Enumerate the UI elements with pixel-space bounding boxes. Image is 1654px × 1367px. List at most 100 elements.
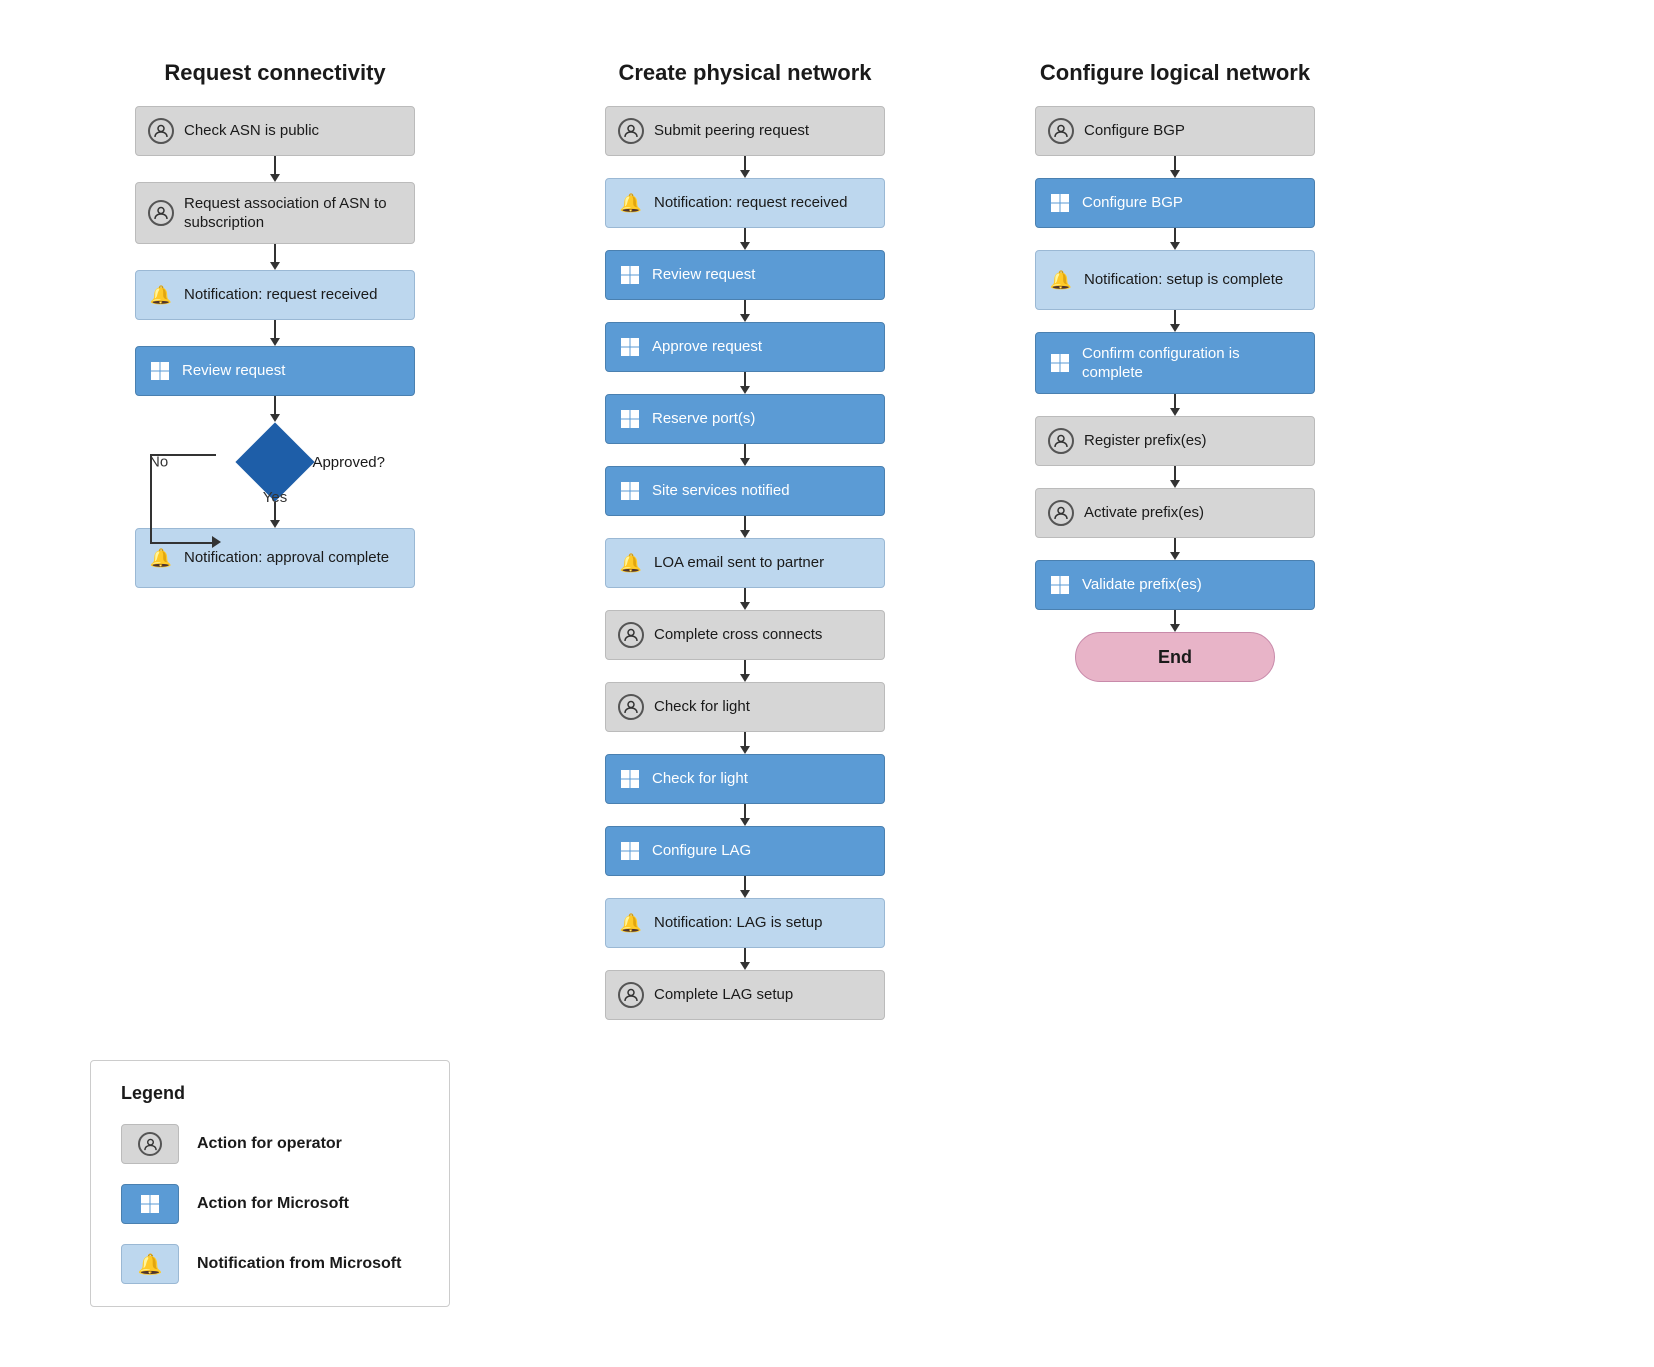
node-register-prefix: Register prefix(es) (1035, 416, 1315, 466)
arrow (270, 396, 280, 422)
no-feedback-arrow-head (212, 536, 221, 548)
yes-label: Yes (263, 489, 287, 506)
arrow (740, 660, 750, 682)
windows-icon (618, 767, 642, 791)
bell-icon: 🔔 (618, 550, 644, 576)
arrow (740, 444, 750, 466)
node-label: Notification: request received (654, 193, 872, 213)
legend-node-microsoft (121, 1184, 179, 1224)
no-feedback-top (150, 542, 216, 544)
legend-label-operator: Action for operator (197, 1135, 342, 1153)
node-notif-lag: 🔔 Notification: LAG is setup (605, 898, 885, 948)
arrow (270, 156, 280, 182)
legend-node-notification: 🔔 (121, 1244, 179, 1284)
node-notif-setup: 🔔 Notification: setup is complete (1035, 250, 1315, 310)
arrow (1170, 156, 1180, 178)
legend-item-operator: Action for operator (121, 1124, 419, 1164)
legend-label-notification: Notification from Microsoft (197, 1255, 401, 1273)
legend-item-microsoft: Action for Microsoft (121, 1184, 419, 1224)
diamond-approved: Approved? No Yes (135, 422, 415, 502)
diamond-label: Approved? (312, 454, 385, 471)
node-label: Check for light (652, 769, 872, 789)
node-label: Confirm configuration is complete (1082, 344, 1302, 383)
node-submit-peering: Submit peering request (605, 106, 885, 156)
node-check-light-op: Check for light (605, 682, 885, 732)
operator-icon (618, 622, 644, 648)
diagram-area: Request connectivity Check ASN is public (90, 60, 1644, 1020)
legend-label-microsoft: Action for Microsoft (197, 1195, 349, 1213)
node-check-light-ms: Check for light (605, 754, 885, 804)
no-feedback-line (150, 454, 152, 542)
operator-icon (148, 118, 174, 144)
node-label: Notification: approval complete (184, 548, 402, 568)
node-label: Configure LAG (652, 841, 872, 861)
operator-icon (618, 118, 644, 144)
windows-icon (618, 479, 642, 503)
column-physical: Create physical network Submit peering r… (560, 60, 930, 1020)
node-label: Notification: LAG is setup (654, 913, 872, 933)
windows-icon (618, 335, 642, 359)
col1-col2-connector (460, 60, 540, 140)
arrow (1170, 466, 1180, 488)
bell-icon: 🔔 (1048, 267, 1074, 293)
node-label: Configure BGP (1082, 193, 1302, 213)
arrow (270, 244, 280, 270)
node-confirm-config: Confirm configuration is complete (1035, 332, 1315, 394)
node-configure-bgp-ms: Configure BGP (1035, 178, 1315, 228)
windows-icon (1048, 191, 1072, 215)
arrow (1170, 310, 1180, 332)
node-label: Notification: request received (184, 285, 402, 305)
node-label: Complete cross connects (654, 625, 872, 645)
node-loa-email: 🔔 LOA email sent to partner (605, 538, 885, 588)
node-request-assoc: Request association of ASN to subscripti… (135, 182, 415, 244)
node-label: Submit peering request (654, 121, 872, 141)
node-label: Review request (182, 361, 402, 381)
operator-icon (148, 200, 174, 226)
legend-node-operator (121, 1124, 179, 1164)
arrow (1170, 394, 1180, 416)
node-notif-req2: 🔔 Notification: request received (605, 178, 885, 228)
column-logical: Configure logical network Configure BGP … (990, 60, 1360, 682)
node-check-asn: Check ASN is public (135, 106, 415, 156)
node-configure-bgp-op: Configure BGP (1035, 106, 1315, 156)
node-label: Complete LAG setup (654, 985, 872, 1005)
node-label: End (1158, 647, 1192, 668)
arrow (740, 516, 750, 538)
bell-icon: 🔔 (148, 282, 174, 308)
bell-icon: 🔔 (618, 190, 644, 216)
windows-icon (1048, 351, 1072, 375)
col1-title: Request connectivity (164, 60, 385, 86)
operator-icon (1048, 500, 1074, 526)
node-approve-req: Approve request (605, 322, 885, 372)
node-complete-lag: Complete LAG setup (605, 970, 885, 1020)
arrow (740, 948, 750, 970)
node-cross-connects: Complete cross connects (605, 610, 885, 660)
windows-icon (618, 839, 642, 863)
node-label: Configure BGP (1084, 121, 1302, 141)
no-feedback-horiz (150, 454, 216, 456)
operator-icon (618, 982, 644, 1008)
arrow (1170, 538, 1180, 560)
arrow (1170, 610, 1180, 632)
arrow (740, 300, 750, 322)
operator-icon (618, 694, 644, 720)
operator-icon (1048, 118, 1074, 144)
bell-icon: 🔔 (618, 910, 644, 936)
node-activate-prefix: Activate prefix(es) (1035, 488, 1315, 538)
arrow (740, 732, 750, 754)
arrow (740, 804, 750, 826)
legend-item-notification: 🔔 Notification from Microsoft (121, 1244, 419, 1284)
windows-icon (1048, 573, 1072, 597)
arrow (740, 372, 750, 394)
col3-title: Configure logical network (1040, 60, 1310, 86)
windows-icon (148, 359, 172, 383)
node-label: Validate prefix(es) (1082, 575, 1302, 595)
windows-icon (618, 263, 642, 287)
windows-icon (618, 407, 642, 431)
node-label: Request association of ASN to subscripti… (184, 194, 402, 233)
node-label: Review request (652, 265, 872, 285)
legend-box: Legend Action for operator Action for Mi… (90, 1060, 450, 1307)
col2-title: Create physical network (618, 60, 871, 86)
node-label: Check ASN is public (184, 121, 402, 141)
arrow (740, 588, 750, 610)
